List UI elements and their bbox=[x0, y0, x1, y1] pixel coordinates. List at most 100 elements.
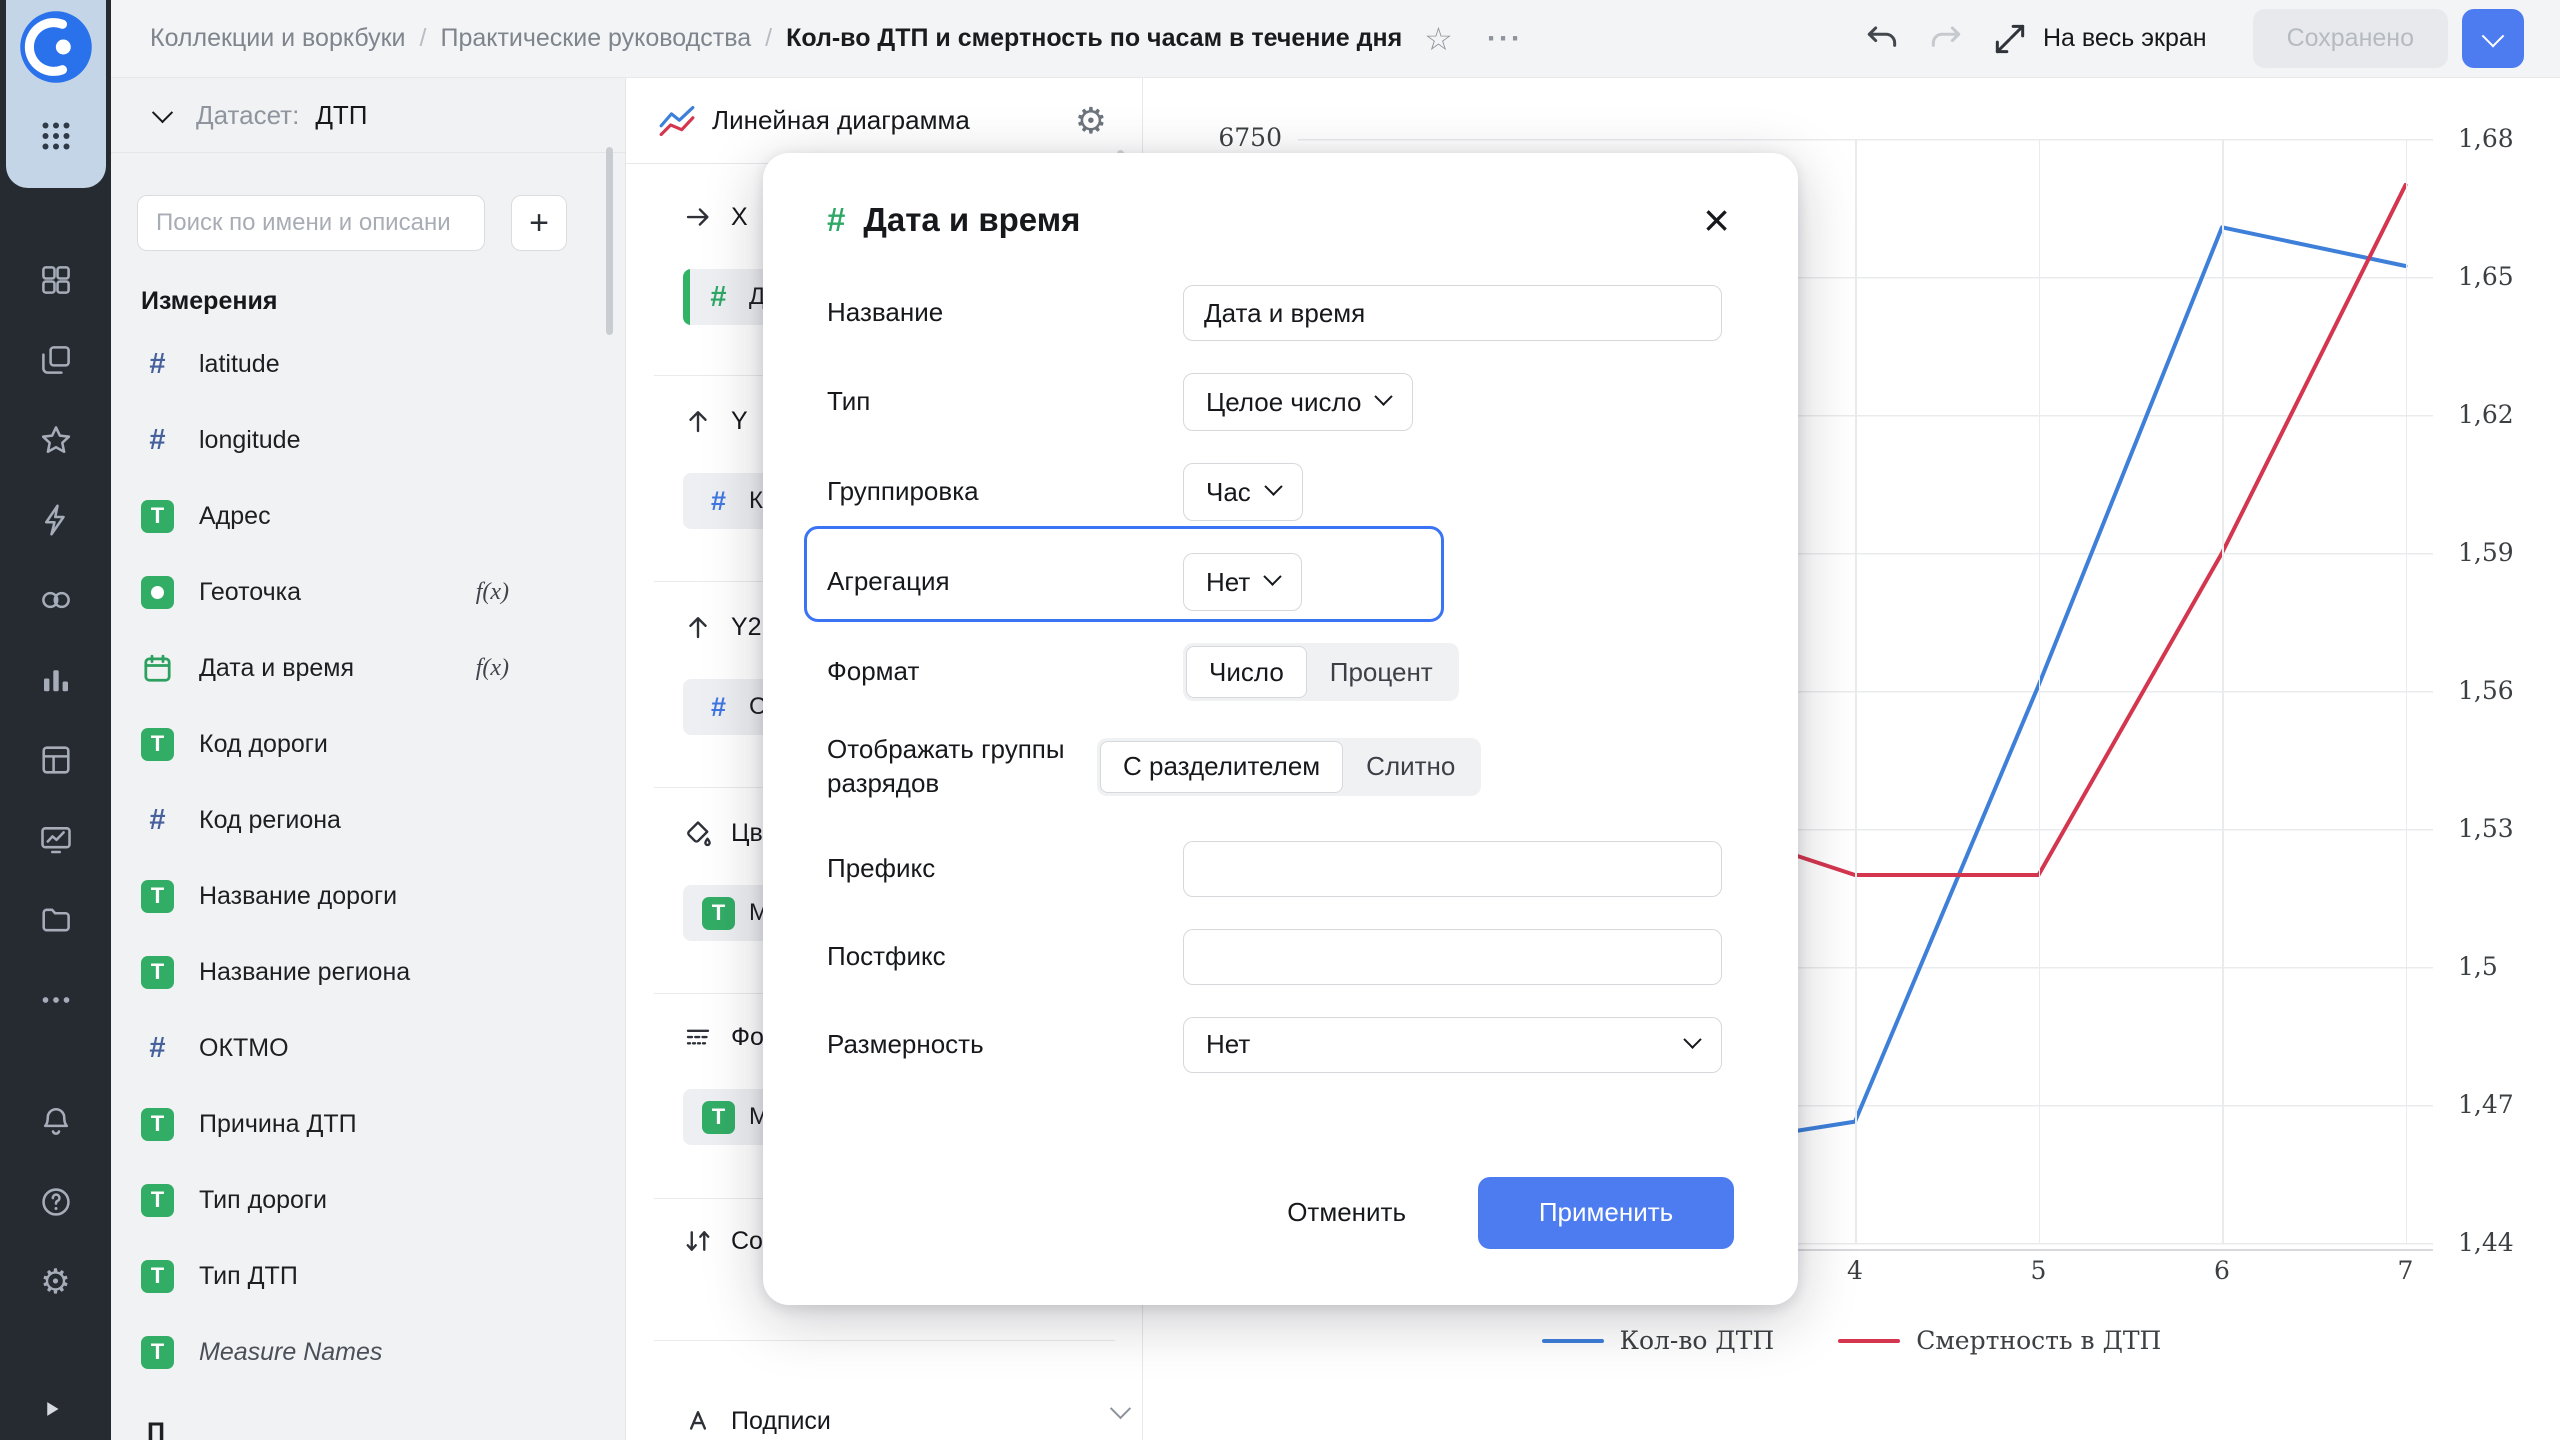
field-row-region-code[interactable]: # Код региона bbox=[111, 782, 625, 858]
dataset-scrollbar[interactable] bbox=[606, 147, 613, 335]
postfix-input[interactable] bbox=[1183, 928, 1722, 985]
field-search-input[interactable] bbox=[137, 195, 485, 251]
sort-arrows-icon bbox=[683, 1226, 713, 1256]
chevron-down-icon bbox=[1264, 476, 1283, 496]
format-option-percent[interactable]: Процент bbox=[1307, 646, 1456, 698]
field-row-address[interactable]: T Адрес bbox=[111, 478, 625, 554]
sidebar-expand-button[interactable] bbox=[36, 1394, 72, 1430]
dialog-header: # Дата и время × bbox=[827, 197, 1734, 243]
dimension-accent-bar bbox=[683, 269, 690, 325]
sidebar-nav-main bbox=[0, 240, 111, 1040]
number-field-icon: # bbox=[710, 485, 727, 516]
breadcrumb-guides[interactable]: Практические руководства bbox=[440, 24, 751, 53]
name-input[interactable] bbox=[1183, 285, 1722, 341]
number-field-icon: # bbox=[149, 423, 166, 456]
sidebar-item-storage[interactable] bbox=[0, 880, 111, 960]
sidebar-item-notifications[interactable] bbox=[0, 1082, 111, 1162]
circles-icon bbox=[41, 591, 70, 609]
field-row-geopoint[interactable]: Геоточка f(x) bbox=[111, 554, 625, 630]
formula-badge: f(x) bbox=[475, 578, 509, 605]
add-field-button[interactable]: + bbox=[511, 195, 567, 251]
digit-groups-option-separator[interactable]: С разделителем bbox=[1100, 740, 1344, 793]
chart-type-title[interactable]: Линейная диаграмма bbox=[712, 105, 970, 136]
field-row-measure-names[interactable]: T Measure Names bbox=[111, 1314, 625, 1390]
dialog-title: Дата и время bbox=[863, 201, 1081, 238]
number-field-icon: # bbox=[710, 691, 727, 722]
breadcrumb-separator: / bbox=[419, 24, 427, 52]
fullscreen-icon[interactable] bbox=[1991, 20, 2029, 58]
dataset-header[interactable]: Датасет: ДТП bbox=[111, 78, 625, 153]
chart-settings-gear-icon[interactable]: ⚙ bbox=[1075, 102, 1107, 139]
sidebar-item-collections[interactable] bbox=[0, 320, 111, 400]
dataset-name[interactable]: ДТП bbox=[315, 100, 367, 131]
squares-icon bbox=[41, 266, 70, 294]
gear-icon: ⚙ bbox=[40, 1263, 71, 1301]
close-icon[interactable]: × bbox=[1699, 197, 1734, 243]
field-row-road-code[interactable]: T Код дороги bbox=[111, 706, 625, 782]
apps-grid-icon[interactable] bbox=[38, 118, 74, 154]
field-row-region-name[interactable]: T Название региона bbox=[111, 934, 625, 1010]
digit-groups-option-merged[interactable]: Слитно bbox=[1343, 741, 1478, 793]
field-row-accident-cause[interactable]: T Причина ДТП bbox=[111, 1086, 625, 1162]
redo-icon[interactable] bbox=[1927, 20, 1965, 58]
text-field-icon: T bbox=[141, 499, 174, 533]
datalens-logo[interactable] bbox=[17, 8, 95, 86]
sidebar-item-dashboards[interactable] bbox=[0, 800, 111, 880]
undo-icon[interactable] bbox=[1863, 20, 1901, 58]
breadcrumb-separator: / bbox=[765, 24, 773, 52]
apply-button[interactable]: Применить bbox=[1478, 1176, 1734, 1249]
field-row-datetime[interactable]: Дата и время f(x) bbox=[111, 630, 625, 706]
field-row-longitude[interactable]: # longitude bbox=[111, 402, 625, 478]
field-row-accident-type[interactable]: T Тип ДТП bbox=[111, 1238, 625, 1314]
field-settings-dialog: # Дата и время × Название Тип Целое числ… bbox=[763, 153, 1798, 1305]
y2-axis-label: 1,47 bbox=[2458, 1090, 2514, 1119]
dialog-footer: Отменить Применить bbox=[827, 1176, 1734, 1249]
grouping-dropdown[interactable]: Час bbox=[1183, 463, 1303, 521]
y2-axis-label: 1,53 bbox=[2458, 814, 2514, 843]
breadcrumb-collections[interactable]: Коллекции и воркбуки bbox=[150, 24, 406, 53]
format-option-number[interactable]: Число bbox=[1186, 646, 1307, 698]
table-icon bbox=[41, 746, 70, 774]
text-field-icon: T bbox=[702, 1100, 735, 1134]
layers-icon bbox=[41, 346, 70, 374]
prefix-input[interactable] bbox=[1183, 840, 1722, 897]
sidebar-item-squares[interactable] bbox=[0, 240, 111, 320]
dialog-body: Название Тип Целое число Группировка Час… bbox=[804, 285, 1734, 1073]
sidebar-item-more[interactable] bbox=[0, 960, 111, 1040]
favorite-star-icon[interactable]: ☆ bbox=[1424, 20, 1453, 58]
field-row-road-name[interactable]: T Название дороги bbox=[111, 858, 625, 934]
saved-button[interactable]: Сохранено bbox=[2252, 9, 2448, 68]
sidebar-item-tables[interactable] bbox=[0, 720, 111, 800]
field-row-road-type[interactable]: T Тип дороги bbox=[111, 1162, 625, 1238]
legend-item-mortality[interactable]: Смертность в ДТП bbox=[1838, 1326, 2161, 1355]
fullscreen-label[interactable]: На весь экран bbox=[2043, 24, 2207, 53]
cancel-button[interactable]: Отменить bbox=[1261, 1177, 1432, 1249]
type-dropdown[interactable]: Целое число bbox=[1183, 373, 1414, 431]
row-grouping: Группировка Час bbox=[827, 463, 1734, 521]
sidebar-item-favorites[interactable] bbox=[0, 400, 111, 480]
dataset-label: Датасет: bbox=[196, 99, 300, 130]
text-field-icon: T bbox=[141, 955, 174, 989]
y2-axis-label: 1,59 bbox=[2458, 538, 2514, 567]
sidebar-item-datasets[interactable] bbox=[0, 560, 111, 640]
field-row-latitude[interactable]: # latitude bbox=[111, 326, 625, 402]
save-dropdown-button[interactable] bbox=[2462, 9, 2524, 68]
sidebar-item-settings[interactable]: ⚙ bbox=[0, 1242, 111, 1322]
arrow-right-icon bbox=[683, 202, 713, 232]
dimension-select[interactable]: Нет bbox=[1183, 1016, 1722, 1073]
text-field-icon: T bbox=[141, 1259, 174, 1293]
more-menu-icon[interactable]: ··· bbox=[1487, 22, 1523, 56]
sidebar-item-charts[interactable] bbox=[0, 640, 111, 720]
star-icon bbox=[41, 426, 70, 453]
text-field-icon: T bbox=[141, 1107, 174, 1141]
app-root: ⚙ Коллекции и воркбуки / Практические ру… bbox=[0, 0, 2560, 1440]
row-name: Название bbox=[827, 285, 1734, 341]
sidebar-item-help[interactable] bbox=[0, 1162, 111, 1242]
aggregation-dropdown[interactable]: Нет bbox=[1183, 553, 1303, 611]
legend-item-accidents[interactable]: Кол-во ДТП bbox=[1541, 1326, 1774, 1355]
sidebar-item-connections[interactable] bbox=[0, 480, 111, 560]
page-title: Кол-во ДТП и смертность по часам в течен… bbox=[786, 24, 1403, 52]
line-chart-icon bbox=[659, 105, 695, 136]
row-aggregation: Агрегация Нет bbox=[827, 553, 1734, 611]
field-row-oktmo[interactable]: # ОКТМО bbox=[111, 1010, 625, 1086]
